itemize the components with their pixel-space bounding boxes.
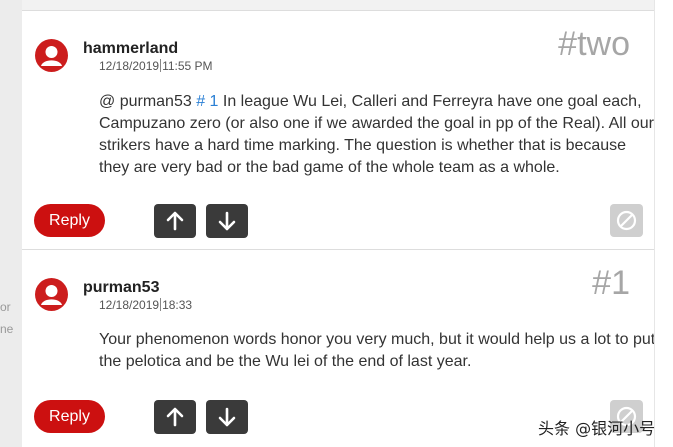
downvote-button[interactable] (206, 400, 248, 434)
comment-number[interactable]: #1 (592, 264, 630, 303)
comment-username[interactable]: hammerland (83, 40, 178, 58)
comment-date: 12/18/2019 (99, 298, 160, 312)
upvote-button[interactable] (154, 204, 196, 238)
edge-text: or (0, 300, 11, 314)
watermark-text: 头条 @银河小号 (538, 419, 656, 438)
comment-body: @ purman53 # 1 In league Wu Lei, Calleri… (99, 91, 659, 179)
reply-button[interactable]: Reply (34, 204, 105, 237)
meta-divider (160, 298, 162, 311)
report-button[interactable] (610, 204, 643, 237)
reply-button[interactable]: Reply (34, 400, 105, 433)
user-avatar-icon[interactable] (35, 39, 68, 72)
scrollbar-track[interactable] (654, 0, 673, 447)
arrow-down-icon (218, 211, 236, 231)
arrow-up-icon (166, 211, 184, 231)
user-avatar-icon[interactable] (35, 278, 68, 311)
page-edge: or ne (0, 0, 22, 447)
arrow-down-icon (218, 407, 236, 427)
comment-date: 12/18/2019 (99, 59, 160, 73)
comment-time: 11:55 PM (162, 59, 213, 73)
edge-text: ne (0, 322, 14, 336)
comment-username[interactable]: purman53 (83, 279, 159, 297)
upvote-button[interactable] (154, 400, 196, 434)
comment-mention: @ purman53 (99, 93, 192, 110)
downvote-button[interactable] (206, 204, 248, 238)
comment-card: hammerland 12/18/2019 11:55 PM #two @ pur… (22, 10, 654, 249)
comment-meta: 12/18/2019 18:33 (99, 298, 192, 312)
comment-body: Your phenomenon words honor you very muc… (99, 331, 656, 370)
meta-divider (160, 59, 162, 72)
comment-time: 18:33 (162, 298, 193, 312)
comment-number[interactable]: #two (558, 25, 630, 64)
flag-disabled-icon (616, 210, 637, 231)
arrow-up-icon (166, 407, 184, 427)
comment-meta: 12/18/2019 11:55 PM (99, 59, 213, 73)
comment-ref-link[interactable]: # 1 (196, 93, 218, 110)
